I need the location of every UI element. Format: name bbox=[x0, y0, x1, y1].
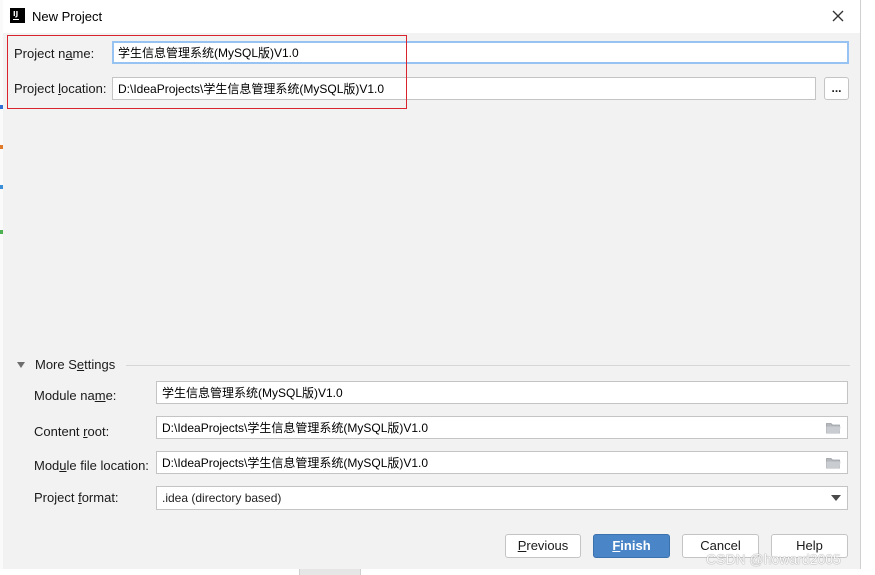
background-tab bbox=[299, 569, 361, 575]
project-name-input[interactable] bbox=[112, 41, 849, 64]
project-format-value: .idea (directory based) bbox=[162, 491, 282, 505]
module-name-label: Module name: bbox=[34, 388, 117, 403]
finish-button[interactable]: Finish bbox=[593, 534, 670, 558]
more-settings-toggle[interactable] bbox=[16, 358, 26, 373]
section-divider bbox=[126, 365, 850, 366]
folder-icon[interactable] bbox=[826, 457, 841, 469]
intellij-idea-icon: IJ bbox=[10, 8, 25, 23]
more-settings-label[interactable]: More Settings bbox=[35, 357, 115, 372]
module-file-location-input[interactable] bbox=[156, 451, 848, 474]
title-bar: IJ New Project bbox=[3, 0, 860, 33]
project-format-select[interactable]: .idea (directory based) bbox=[156, 486, 848, 510]
content-root-input[interactable] bbox=[156, 416, 848, 439]
project-location-input[interactable] bbox=[112, 77, 816, 100]
close-button[interactable] bbox=[827, 5, 849, 27]
project-location-label: Project location: bbox=[14, 81, 107, 96]
background-window-edge-right bbox=[861, 0, 875, 575]
close-icon bbox=[832, 10, 844, 22]
module-file-location-label: Module file location: bbox=[34, 458, 149, 473]
dropdown-arrow-icon bbox=[831, 495, 841, 501]
watermark-text: CSDN @howard2005 bbox=[706, 551, 841, 567]
project-format-label: Project format: bbox=[34, 490, 119, 505]
previous-button[interactable]: Previous bbox=[505, 534, 581, 558]
browse-button[interactable]: ... bbox=[824, 77, 849, 100]
new-project-dialog: IJ New Project Project name: Project loc… bbox=[3, 0, 861, 569]
triangle-down-icon bbox=[17, 362, 25, 368]
module-name-input[interactable] bbox=[156, 381, 848, 404]
content-root-label: Content root: bbox=[34, 424, 110, 439]
project-name-label: Project name: bbox=[14, 46, 95, 61]
folder-icon[interactable] bbox=[826, 422, 841, 434]
background-window-edge-bottom bbox=[0, 569, 875, 575]
window-title: New Project bbox=[32, 9, 103, 24]
